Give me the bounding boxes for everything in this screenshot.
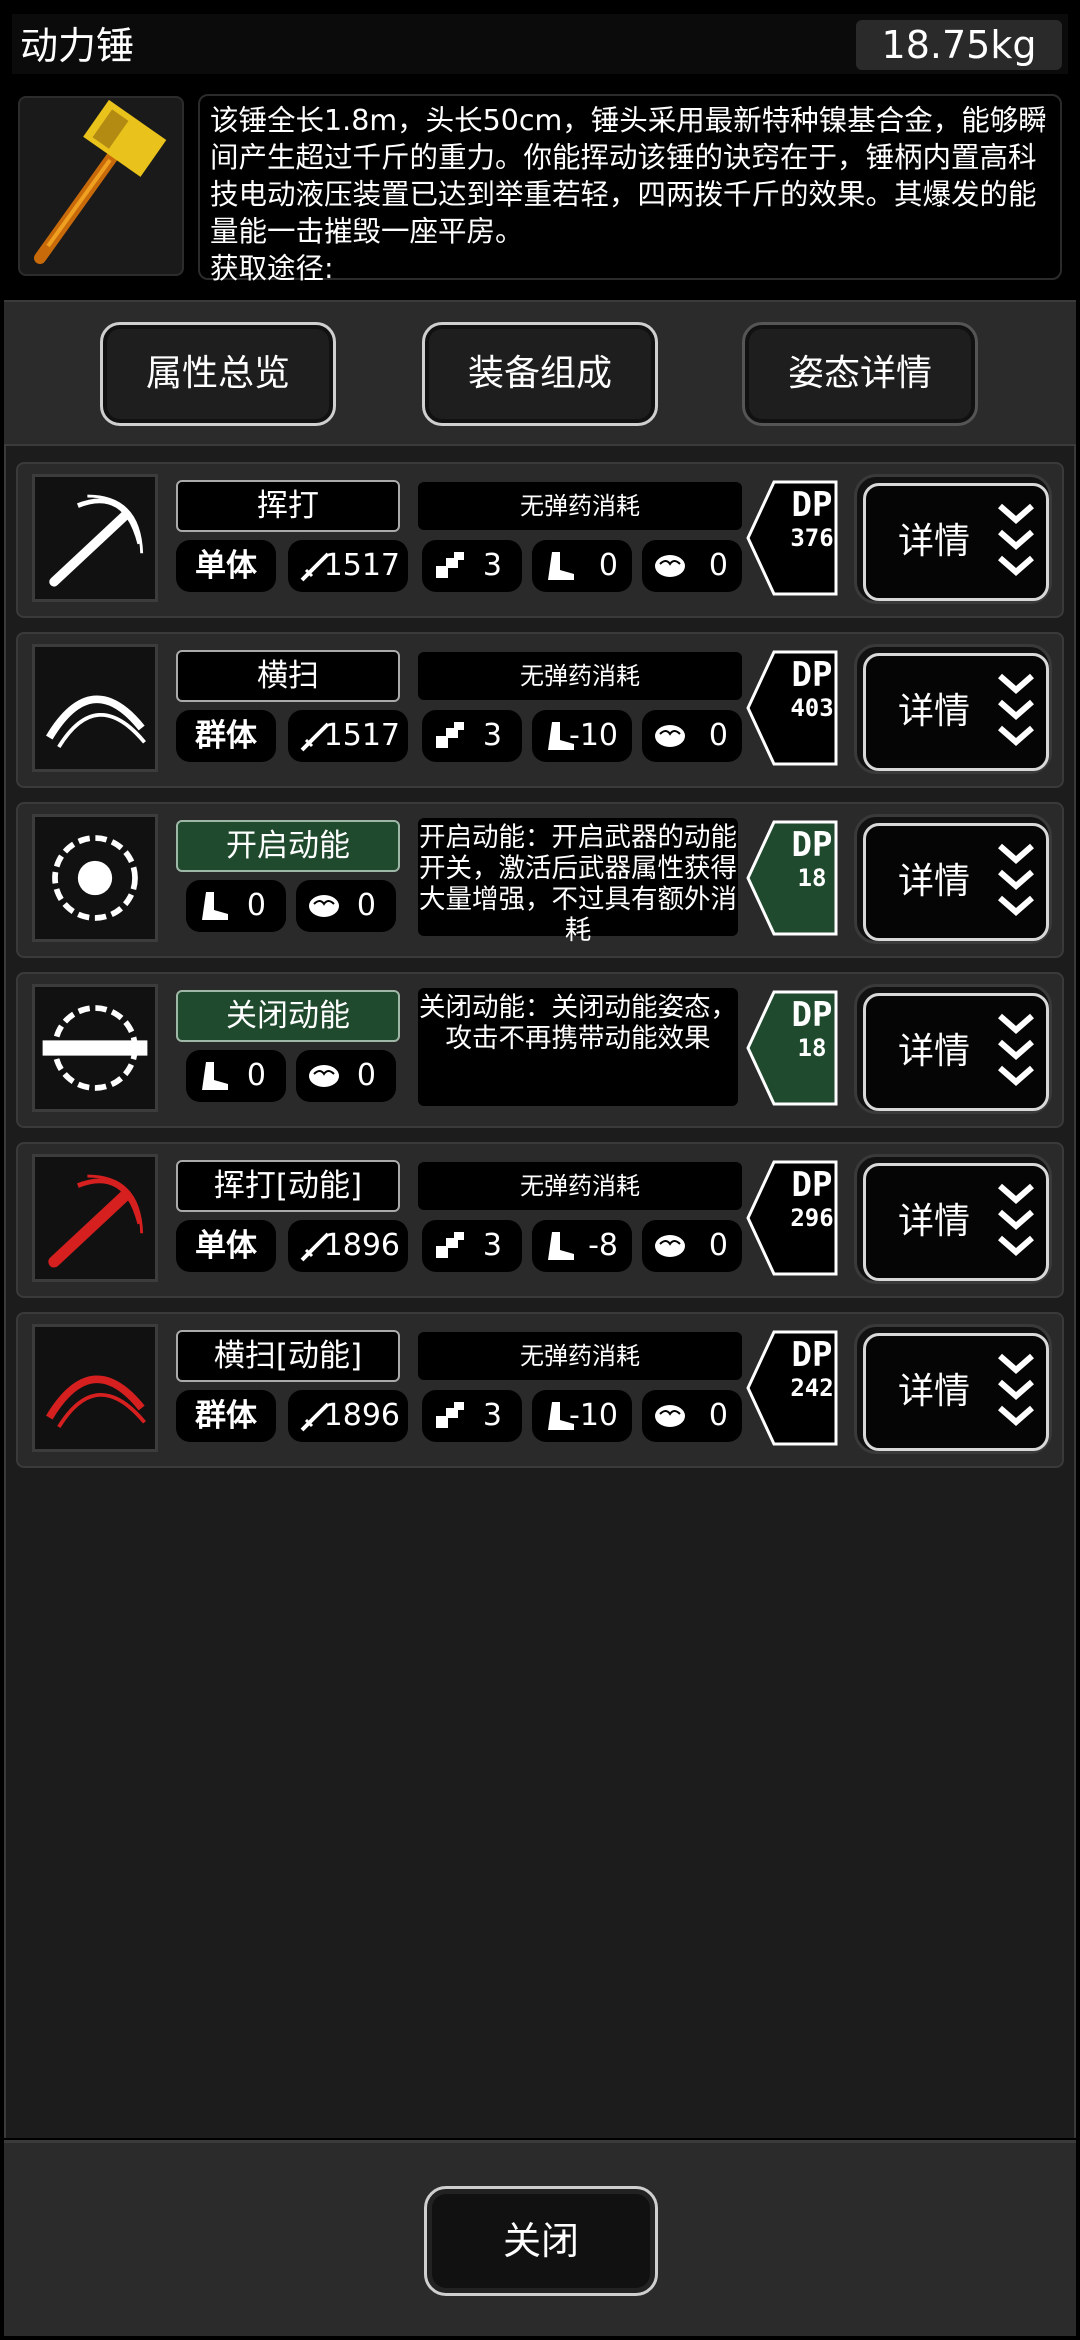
stance-note: 关闭动能：关闭动能姿态，攻击不再携带动能效果	[418, 988, 738, 1106]
brain-icon	[655, 1405, 685, 1427]
attack-stat: 1896	[288, 1220, 408, 1272]
stance-icon	[32, 1154, 158, 1282]
dp-value: DP 242	[790, 1335, 834, 1402]
stance-row: 关闭动能 关闭动能：关闭动能姿态，攻击不再携带动能效果 0 0 DP 18 详情	[16, 972, 1064, 1128]
attack-stat: 1517	[288, 540, 408, 592]
hits-stat: 3	[422, 1390, 522, 1442]
mind-stat: 0	[642, 1390, 742, 1442]
stance-row: 开启动能 开启动能：开启武器的动能开关，激活后武器属性获得大量增强，不过具有额外消…	[16, 802, 1064, 958]
stance-name: 挥打[动能]	[176, 1160, 400, 1212]
detail-button[interactable]: 详情	[854, 474, 1052, 604]
mind-stat: 0	[296, 1050, 396, 1102]
move-stat: -10	[532, 1390, 632, 1442]
mind-stat: 0	[296, 880, 396, 932]
detail-button[interactable]: 详情	[854, 1154, 1052, 1284]
chevron-down-icon	[998, 673, 1034, 746]
stance-name: 横扫[动能]	[176, 1330, 400, 1382]
move-stat: 0	[532, 540, 632, 592]
dp-value: DP 296	[790, 1165, 834, 1232]
ammo-cost: 无弹药消耗	[418, 1162, 742, 1210]
target-type: 单体	[176, 1220, 276, 1272]
dp-value: DP 376	[790, 485, 834, 552]
mind-stat: 0	[642, 540, 742, 592]
detail-button[interactable]: 详情	[854, 1324, 1052, 1454]
weapon-description: 该锤全长1.8m，头长50cm，锤头采用最新特种镍基合金，能够瞬间产生超过千斤的…	[210, 104, 1047, 285]
stance-icon	[32, 1324, 158, 1452]
hits-stat: 3	[422, 710, 522, 762]
ammo-cost: 无弹药消耗	[418, 652, 742, 700]
hits-stat: 3	[422, 540, 522, 592]
stance-icon	[32, 474, 158, 602]
chevron-down-icon	[998, 503, 1034, 576]
brain-icon	[655, 725, 685, 747]
chevron-down-icon	[998, 1013, 1034, 1086]
power-off-icon	[42, 1005, 148, 1091]
attack-stat: 1517	[288, 710, 408, 762]
hit-count-icon	[436, 722, 464, 748]
red-swing-icon	[48, 1174, 144, 1268]
tab-stance-details[interactable]: 姿态详情	[742, 322, 978, 426]
stance-row: 横扫 无弹药消耗群体 1517 3 -10 0 DP 403 详情	[16, 632, 1064, 788]
stance-name: 关闭动能	[176, 990, 400, 1042]
ammo-cost: 无弹药消耗	[418, 1332, 742, 1380]
weapon-description-box: 该锤全长1.8m，头长50cm，锤头采用最新特种镍基合金，能够瞬间产生超过千斤的…	[198, 94, 1062, 285]
ammo-cost: 无弹药消耗	[418, 482, 742, 530]
stance-icon	[32, 984, 158, 1112]
stance-row: 横扫[动能] 无弹药消耗群体 1896 3 -10 0 DP 242 详情	[16, 1312, 1064, 1468]
attack-stat: 1896	[288, 1390, 408, 1442]
brain-icon	[309, 1065, 339, 1087]
stance-name: 开启动能	[176, 820, 400, 872]
hits-stat: 3	[422, 1220, 522, 1272]
weapon-image	[18, 96, 184, 276]
mind-stat: 0	[642, 1220, 742, 1272]
target-type: 单体	[176, 540, 276, 592]
power-on-icon	[52, 835, 138, 921]
move-stat: 0	[186, 1050, 286, 1102]
tab-equipment[interactable]: 装备组成	[422, 322, 658, 426]
mind-stat: 0	[642, 710, 742, 762]
stance-icon	[32, 644, 158, 772]
detail-button[interactable]: 详情	[854, 984, 1052, 1114]
close-button[interactable]: 关闭	[424, 2186, 658, 2296]
dp-value: DP 18	[791, 825, 833, 892]
boot-icon	[202, 1062, 228, 1090]
stance-row: 挥打 无弹药消耗 单体 1517 3 0 0 DP 376 详情	[16, 462, 1064, 618]
red-sweep-icon	[46, 1375, 146, 1429]
sweep-icon	[46, 695, 146, 749]
tab-overview[interactable]: 属性总览	[100, 322, 336, 426]
boot-icon	[202, 892, 228, 920]
chevron-down-icon	[998, 1183, 1034, 1256]
stance-note: 开启动能：开启武器的动能开关，激活后武器属性获得大量增强，不过具有额外消耗	[418, 818, 738, 946]
boot-icon	[548, 552, 574, 580]
hit-count-icon	[436, 1232, 464, 1258]
move-stat: 0	[186, 880, 286, 932]
weight-badge: 18.75kg	[856, 20, 1062, 70]
move-stat: -10	[532, 710, 632, 762]
chevron-down-icon	[998, 1353, 1034, 1426]
stance-name: 挥打	[176, 480, 400, 532]
brain-icon	[655, 555, 685, 577]
swing-icon	[49, 494, 144, 587]
brain-icon	[309, 895, 339, 917]
weapon-title: 动力锤	[20, 24, 135, 68]
move-stat: -8	[532, 1220, 632, 1272]
hit-count-icon	[436, 1402, 464, 1428]
stance-name: 横扫	[176, 650, 400, 702]
hit-count-icon	[436, 552, 464, 578]
target-type: 群体	[176, 710, 276, 762]
chevron-down-icon	[998, 843, 1034, 916]
stance-row: 挥打[动能] 无弹药消耗单体 1896 3 -8 0 DP 296 详情	[16, 1142, 1064, 1298]
boot-icon	[548, 1232, 574, 1260]
brain-icon	[655, 1235, 685, 1257]
dp-value: DP 18	[791, 995, 833, 1062]
detail-button[interactable]: 详情	[854, 814, 1052, 944]
detail-button[interactable]: 详情	[854, 644, 1052, 774]
stance-icon	[32, 814, 158, 942]
dp-value: DP 403	[790, 655, 834, 722]
hammer-icon	[34, 99, 167, 264]
target-type: 群体	[176, 1390, 276, 1442]
